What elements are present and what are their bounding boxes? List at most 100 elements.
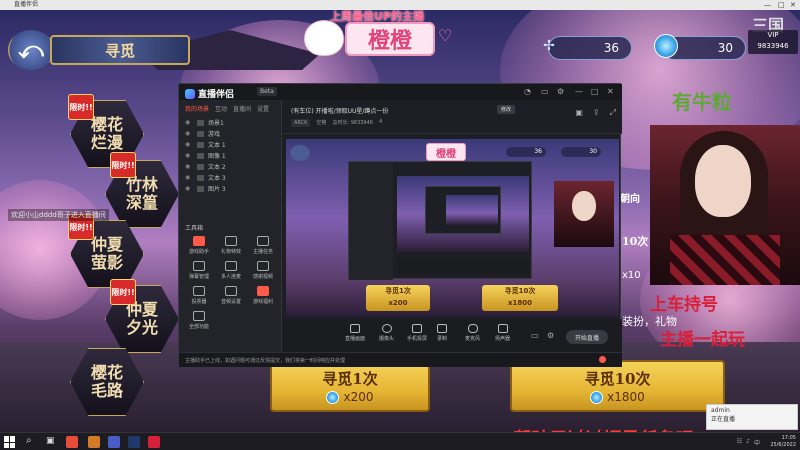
tab-my-scenes[interactable]: 我的场景	[185, 104, 209, 113]
ctrl-speaker[interactable]: 扬声器	[495, 324, 510, 342]
tool-label: 礼物特效	[220, 249, 241, 255]
preview-draw-ten-cost: x1800	[508, 299, 532, 307]
ctrl-screen[interactable]: 直播画面	[345, 324, 365, 342]
notify-title: admin	[711, 407, 730, 414]
tool-vote[interactable]: 投票器	[183, 286, 215, 305]
app-sidebar: 我的场景 互动 直播间 设置 ◉ 场景1 ◉ 游戏 ◉ 文本 1 ◉ 图像 1 ◉ 文本 …	[179, 100, 282, 352]
preview-draw-ten: 寻觅10次 x1800	[482, 285, 558, 311]
preview-streamer-name: 橙橙	[426, 143, 466, 161]
streaming-app-window: 直播伴侣 Beta ◔ ▭ ⚙ — □ ✕ 我的场景 互动 直播间 设置 ◉ 场景…	[178, 83, 622, 367]
tab-interact[interactable]: 互动	[215, 104, 227, 113]
sidebar-tabs: 我的场景 互动 直播间 设置	[179, 100, 281, 117]
close-icon[interactable]: ✕	[790, 0, 796, 10]
vip-id: 9833946	[757, 42, 789, 50]
welcome-message: 欢迎小山dddd哥子进入直播间	[8, 209, 109, 221]
preview-nested-controls	[397, 258, 529, 274]
app-brand: 直播伴侣	[198, 90, 235, 100]
settings-icon[interactable]: ⚙	[547, 331, 554, 340]
search-icon[interactable]: ⌕	[26, 435, 32, 446]
message-icon[interactable]: ▭	[541, 87, 549, 96]
scene-item[interactable]: ◉ 文本 1	[179, 139, 281, 150]
app-logo: 直播伴侣	[185, 87, 234, 100]
room-meta: ARCK 空格 总时长: 9833946 4	[291, 119, 382, 127]
tool-label: 音频设置	[220, 299, 241, 305]
tab-room[interactable]: 直播间	[233, 104, 251, 113]
tool-all[interactable]: 全部功能	[183, 311, 215, 330]
scene-item[interactable]: ◉ 游戏	[179, 128, 281, 139]
eye-icon[interactable]: ◉	[185, 130, 193, 137]
back-button[interactable]: ⤺	[8, 30, 54, 70]
eye-icon[interactable]: ◉	[185, 119, 193, 126]
volume-icon[interactable]: ♪	[746, 438, 750, 447]
draw-once-cost-value: x200	[343, 390, 374, 404]
input-method-icon[interactable]: 中	[754, 438, 760, 447]
tool-multi-mic[interactable]: 多人连麦	[215, 261, 247, 280]
draw-once-button[interactable]: 寻觅1次 x200	[270, 360, 430, 412]
preview-camera	[554, 181, 614, 247]
scene-item[interactable]: ◉ 图像 1	[179, 150, 281, 161]
tool-gift-effects[interactable]: 礼物特效	[215, 236, 247, 255]
draw-ten-button[interactable]: 寻觅10次 x1800	[510, 360, 725, 412]
minimize-icon[interactable]: —	[764, 0, 771, 10]
windows-start-icon[interactable]	[4, 436, 16, 448]
chrome-icon[interactable]	[66, 436, 78, 448]
app-icon[interactable]	[88, 436, 100, 448]
eye-icon[interactable]: ◉	[185, 152, 193, 159]
room-edit-button[interactable]: 修改	[497, 105, 516, 114]
maximize-icon[interactable]: □	[778, 0, 785, 10]
eye-icon[interactable]: ◉	[185, 163, 193, 170]
eye-icon[interactable]: ◉	[185, 185, 193, 192]
heart-icon: ♡	[438, 26, 453, 45]
ctrl-camera[interactable]: 摄像头	[379, 324, 394, 342]
tray-time: 17:05	[781, 435, 796, 441]
share-icon[interactable]: ⇪	[593, 108, 600, 118]
app-titlebar: 直播伴侣 Beta ◔ ▭ ⚙ — □ ✕	[179, 84, 622, 100]
preview-nested-app	[348, 161, 532, 280]
room-title: (有车位) 开播啦/领取UU星/蹲点一份	[291, 108, 389, 115]
start-live-button[interactable]: 开始直播	[566, 330, 608, 344]
minimize-icon[interactable]: —	[575, 87, 583, 96]
video-icon[interactable]: ▭	[531, 331, 539, 340]
network-icon[interactable]: ☷	[737, 438, 742, 447]
eye-icon[interactable]: ◉	[185, 141, 193, 148]
scene-label: 图像 1	[208, 153, 226, 160]
bell-icon[interactable]: ◔	[524, 87, 531, 96]
settings-icon[interactable]: ⚙	[557, 87, 564, 96]
scene-item[interactable]: ◉ 图片 3	[179, 183, 281, 194]
audio-icon	[225, 286, 237, 296]
scene-item[interactable]: ◉ 文本 3	[179, 172, 281, 183]
preview-currency-a: 36	[506, 147, 546, 157]
benefit-icon	[257, 286, 269, 296]
camera-person-shirt	[670, 235, 780, 285]
room-meta-item: 总时长: 9833946	[332, 120, 373, 126]
tool-audio[interactable]: 音频设置	[215, 286, 247, 305]
tray-clock[interactable]: 17:05 25/6/2022	[770, 435, 796, 449]
scene-label: 文本 3	[208, 175, 226, 182]
close-icon[interactable]: ✕	[607, 87, 614, 96]
scene-item[interactable]: ◉ 场景1	[179, 117, 281, 128]
scene-item[interactable]: ◉ 文本 2	[179, 161, 281, 172]
app-icon[interactable]	[148, 436, 160, 448]
eye-icon[interactable]: ◉	[185, 174, 193, 181]
task-view-icon[interactable]: ▣	[46, 436, 55, 446]
ctrl-mic[interactable]: 麦克风	[465, 324, 480, 342]
tool-streamer-tasks[interactable]: 主播任务	[247, 236, 279, 255]
layout-icon[interactable]: ▣	[575, 108, 583, 118]
app-statusbar: 主播助手已上线，如遇问题可通过反馈提交，我们将第一时间响应并处理	[179, 352, 622, 367]
tool-thanks-video[interactable]: 感谢视频	[247, 261, 279, 280]
tool-game-helper[interactable]: 游戏助手	[183, 236, 215, 255]
page-title: 寻觅	[50, 35, 190, 65]
draw-ten-cost-value: x1800	[607, 390, 645, 404]
steam-icon[interactable]	[128, 436, 140, 448]
ctrl-phone-cast[interactable]: 手机投屏	[407, 324, 427, 342]
streamer-name-badge: 橙橙	[345, 22, 435, 56]
tool-danmaku[interactable]: 弹幕管理	[183, 261, 215, 280]
fullscreen-icon[interactable]: ⤢	[610, 108, 616, 118]
notification-card[interactable]: admin 正在直播	[706, 404, 798, 430]
ctrl-record[interactable]: 录制	[437, 324, 447, 342]
maximize-icon[interactable]: □	[591, 87, 599, 96]
tab-settings[interactable]: 设置	[257, 104, 269, 113]
tool-game-benefits[interactable]: 游戏福利	[247, 286, 279, 305]
app-icon[interactable]	[108, 436, 120, 448]
toolbox-label: 工具箱	[185, 225, 204, 232]
